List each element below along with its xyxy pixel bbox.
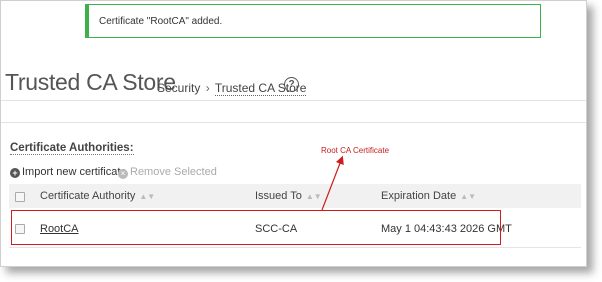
app-window: Certificate "RootCA" added. Trusted CA S… — [0, 0, 587, 267]
annotation-arrow — [321, 155, 344, 211]
